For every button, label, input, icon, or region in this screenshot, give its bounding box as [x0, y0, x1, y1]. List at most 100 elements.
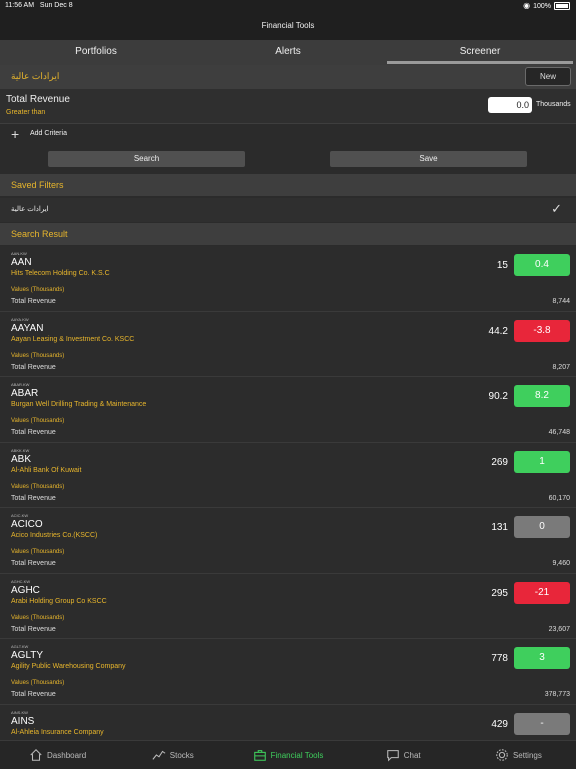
values-label: Values (Thousands) — [11, 549, 65, 555]
values-label: Values (Thousands) — [11, 483, 65, 490]
chart-line-icon — [152, 750, 166, 760]
battery-percent: 100% — [533, 2, 551, 10]
stock-code: AINS.KW — [11, 709, 28, 715]
change-badge[interactable]: 0.4 — [514, 254, 570, 276]
metric-label: Total Revenue — [11, 494, 56, 502]
stock-symbol: AGHC — [11, 584, 40, 596]
stock-code: AGHC.KW — [11, 578, 31, 584]
stock-code: ACIC.KW — [11, 513, 29, 518]
company-name: Acico Industries Co.(KSCC) — [11, 532, 98, 539]
result-row[interactable]: ACIC.KW ACICO Acico Industries Co.(KSCC)… — [0, 508, 576, 574]
stock-symbol: AINS — [11, 715, 35, 727]
change-badge[interactable]: -21 — [514, 581, 570, 604]
criteria-row[interactable]: Total Revenue Greater than 0.0 Thousands — [0, 89, 576, 124]
add-criteria-button[interactable]: + Add Criteria — [0, 124, 576, 146]
stock-code: ABAR.KW — [11, 382, 30, 387]
saved-filter-item[interactable]: ايرادات عالية ✓ — [0, 198, 576, 222]
metric-label: Total Revenue — [11, 625, 56, 633]
search-button[interactable]: Search — [48, 151, 245, 167]
filter-header: ايرادات عالية New — [0, 65, 576, 89]
status-time: 11:56 AM Sun Dec 8 — [5, 2, 73, 9]
save-button[interactable]: Save — [330, 151, 527, 167]
tab-alerts[interactable]: Alerts — [192, 40, 384, 65]
result-row[interactable]: AINS.KW AINS Al-Ahleia Insurance Company… — [0, 704, 576, 740]
saved-filter-name: ايرادات عالية — [11, 206, 49, 213]
bottom-tab-stocks[interactable]: Stocks — [115, 741, 230, 769]
result-row[interactable]: ABKK.KW ABK Al-Ahli Bank Of Kuwait 269 1… — [0, 442, 576, 508]
status-bar: 11:56 AM Sun Dec 8 ◉ 100% — [0, 0, 576, 12]
nav-title: Financial Tools — [0, 12, 576, 40]
company-name: Al-Ahli Bank Of Kuwait — [11, 466, 82, 474]
criteria-label: Total Revenue — [6, 94, 70, 105]
bottom-tab-label: Settings — [512, 750, 542, 760]
stock-code: AGLT.KW — [11, 644, 29, 649]
company-name: Aayan Leasing & Investment Co. KSCC — [11, 335, 135, 343]
criteria-value-input[interactable]: 0.0 — [488, 97, 532, 113]
criteria-operator[interactable]: Greater than — [6, 109, 45, 116]
result-row[interactable]: ABAR.KW ABAR Burgan Well Drilling Tradin… — [0, 377, 576, 443]
result-row[interactable]: AGHC.KW AGHC Arabi Holding Group Co KSCC… — [0, 573, 576, 639]
change-badge[interactable]: 3 — [514, 647, 570, 669]
change-badge[interactable]: -3.8 — [514, 319, 570, 342]
bottom-tab-label: Dashboard — [47, 750, 87, 760]
company-name: Hits Telecom Holding Co. K.S.C — [11, 270, 110, 277]
stock-price: 15 — [496, 260, 508, 271]
bottom-tab-financial-tools[interactable]: Financial Tools — [230, 741, 345, 769]
home-icon — [30, 749, 42, 761]
metric-label: Total Revenue — [11, 429, 56, 436]
bottom-tab-bar: Dashboard Stocks Financial Tools Chat Se… — [0, 740, 576, 769]
result-row[interactable]: AAN.KW AAN Hits Telecom Holding Co. K.S.… — [0, 246, 576, 312]
stock-price: 778 — [491, 653, 508, 664]
bottom-tab-label: Stocks — [169, 750, 194, 760]
toolbox-icon — [253, 750, 266, 761]
metric-value: 8,207 — [552, 363, 570, 371]
change-badge[interactable]: 0 — [514, 516, 570, 538]
search-result-title: Search Result — [11, 229, 68, 239]
metric-label: Total Revenue — [11, 298, 56, 305]
company-name: Arabi Holding Group Co KSCC — [11, 597, 107, 605]
values-label: Values (Thousands) — [11, 614, 65, 621]
status-time-text: 11:56 AM — [5, 2, 35, 9]
result-row[interactable]: AGLT.KW AGLTY Agility Public Warehousing… — [0, 639, 576, 705]
values-label: Values (Thousands) — [11, 287, 65, 293]
change-badge[interactable]: - — [514, 712, 570, 735]
stock-price: 131 — [491, 522, 508, 533]
new-filter-button[interactable]: New — [525, 67, 571, 86]
metric-value: 60,170 — [548, 494, 570, 502]
search-result-header: Search Result — [0, 223, 576, 245]
bottom-tab-label: Chat — [403, 750, 421, 760]
wifi-icon: ◉ — [523, 1, 531, 10]
gear-icon — [496, 749, 508, 761]
stock-symbol: ACICO — [11, 519, 43, 530]
values-label: Values (Thousands) — [11, 352, 65, 359]
change-badge[interactable]: 8.2 — [514, 385, 570, 407]
stock-price: 295 — [491, 587, 508, 599]
company-name: Agility Public Warehousing Company — [11, 663, 126, 670]
plus-icon: + — [11, 126, 20, 142]
bottom-tab-label: Financial Tools — [270, 750, 324, 760]
status-date: Sun Dec 8 — [39, 2, 73, 9]
bottom-tab-settings[interactable]: Settings — [461, 741, 576, 769]
stock-symbol: AGLTY — [11, 650, 44, 661]
stock-code: AAN.KW — [11, 251, 27, 256]
checkmark-icon: ✓ — [551, 201, 562, 216]
company-name: Burgan Well Drilling Trading & Maintenan… — [11, 401, 147, 408]
bottom-tab-dashboard[interactable]: Dashboard — [0, 741, 115, 769]
values-label: Values (Thousands) — [11, 418, 65, 424]
metric-label: Total Revenue — [11, 560, 56, 567]
result-row[interactable]: AAYA.KW AAYAN Aayan Leasing & Investment… — [0, 311, 576, 377]
stock-code: AAYA.KW — [11, 316, 29, 322]
tab-screener[interactable]: Screener — [384, 40, 576, 65]
values-label: Values (Thousands) — [11, 680, 65, 686]
stock-price: 269 — [491, 456, 508, 468]
metric-value: 8,744 — [552, 298, 570, 305]
bottom-tab-chat[interactable]: Chat — [346, 741, 461, 769]
stock-symbol: ABAR — [11, 388, 39, 399]
result-list[interactable]: AAN.KW AAN Hits Telecom Holding Co. K.S.… — [0, 246, 576, 740]
stock-symbol: AAYAN — [11, 322, 44, 334]
saved-filters-header: Saved Filters — [0, 174, 576, 196]
status-right: ◉ 100% — [523, 2, 570, 10]
change-badge[interactable]: 1 — [514, 450, 570, 473]
tab-portfolios[interactable]: Portfolios — [0, 40, 192, 65]
metric-value: 23,607 — [548, 625, 570, 633]
